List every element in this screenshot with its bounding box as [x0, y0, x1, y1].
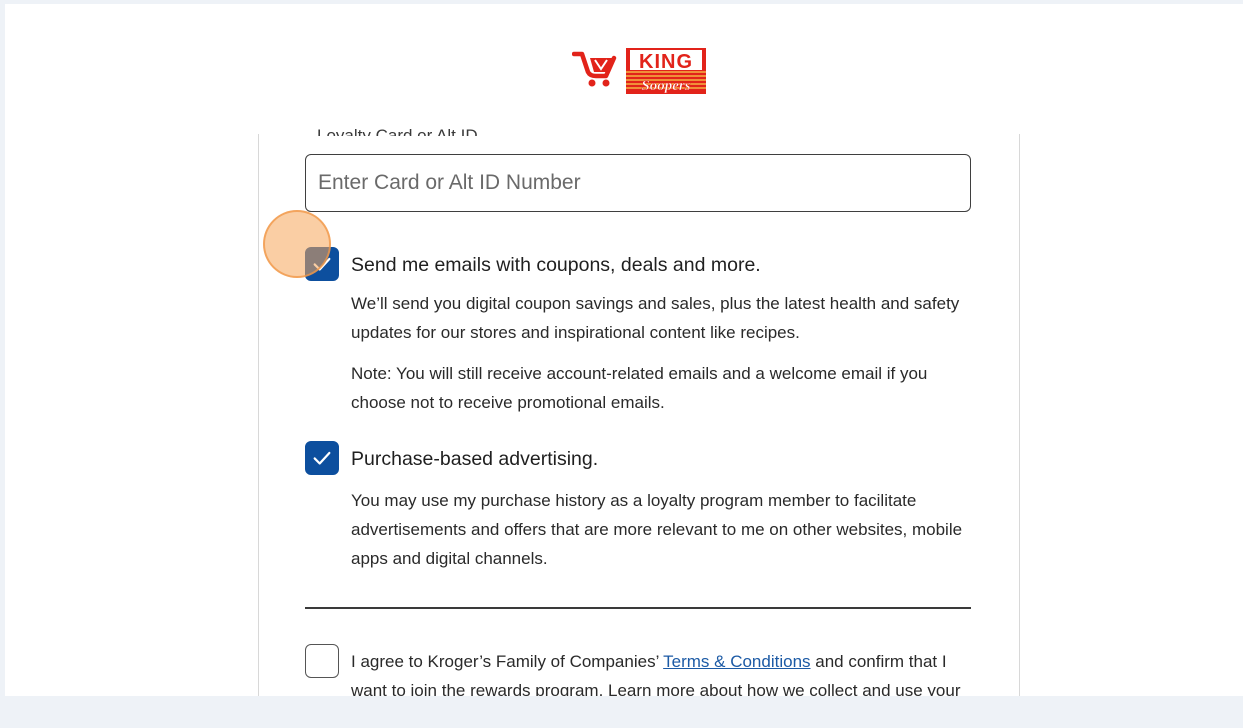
- email-opt-in-description: We’ll send you digital coupon savings an…: [351, 294, 960, 342]
- terms-link[interactable]: Terms & Conditions: [663, 652, 810, 671]
- app-window: KING Soopers Loyalty Card or Alt ID Send…: [5, 4, 1243, 696]
- checkmark-icon: [313, 451, 331, 465]
- logo-king-text: KING: [639, 51, 693, 73]
- logo-graphic: KING Soopers: [571, 48, 706, 94]
- terms-text: I agree to Kroger’s Family of Companies’…: [351, 647, 981, 696]
- email-opt-in-label: Send me emails with coupons, deals and m…: [351, 254, 761, 276]
- ad-opt-in-label: Purchase-based advertising.: [351, 448, 599, 470]
- terms-checkbox[interactable]: [305, 644, 339, 678]
- section-divider: [305, 607, 971, 609]
- cart-icon: [571, 51, 617, 87]
- email-opt-in-note: Note: You will still receive account-rel…: [351, 364, 928, 412]
- registration-form: Loyalty Card or Alt ID Send me emails wi…: [258, 126, 1020, 696]
- ad-opt-in-description: You may use my purchase history as a loy…: [351, 491, 963, 568]
- card-number-input[interactable]: [305, 154, 971, 212]
- terms-prefix: I agree to Kroger’s Family of Companies’: [351, 652, 664, 671]
- card-field-label: Loyalty Card or Alt ID: [317, 126, 478, 136]
- email-opt-in-checkbox[interactable]: [305, 247, 339, 281]
- checkmark-icon: [313, 257, 331, 271]
- king-soopers-logo: KING Soopers: [571, 42, 712, 102]
- ad-opt-in-checkbox[interactable]: [305, 441, 339, 475]
- logo-soopers-text: Soopers: [641, 78, 690, 94]
